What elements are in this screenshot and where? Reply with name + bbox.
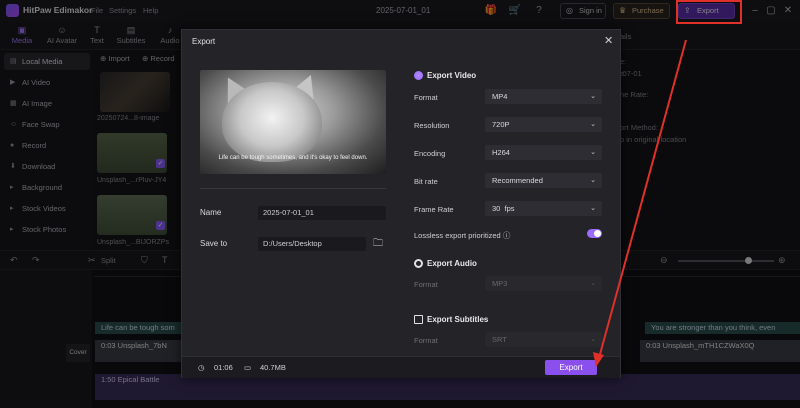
arrow-head <box>593 352 604 367</box>
annotation-arrow <box>593 39 687 367</box>
arrow-line <box>598 39 687 359</box>
